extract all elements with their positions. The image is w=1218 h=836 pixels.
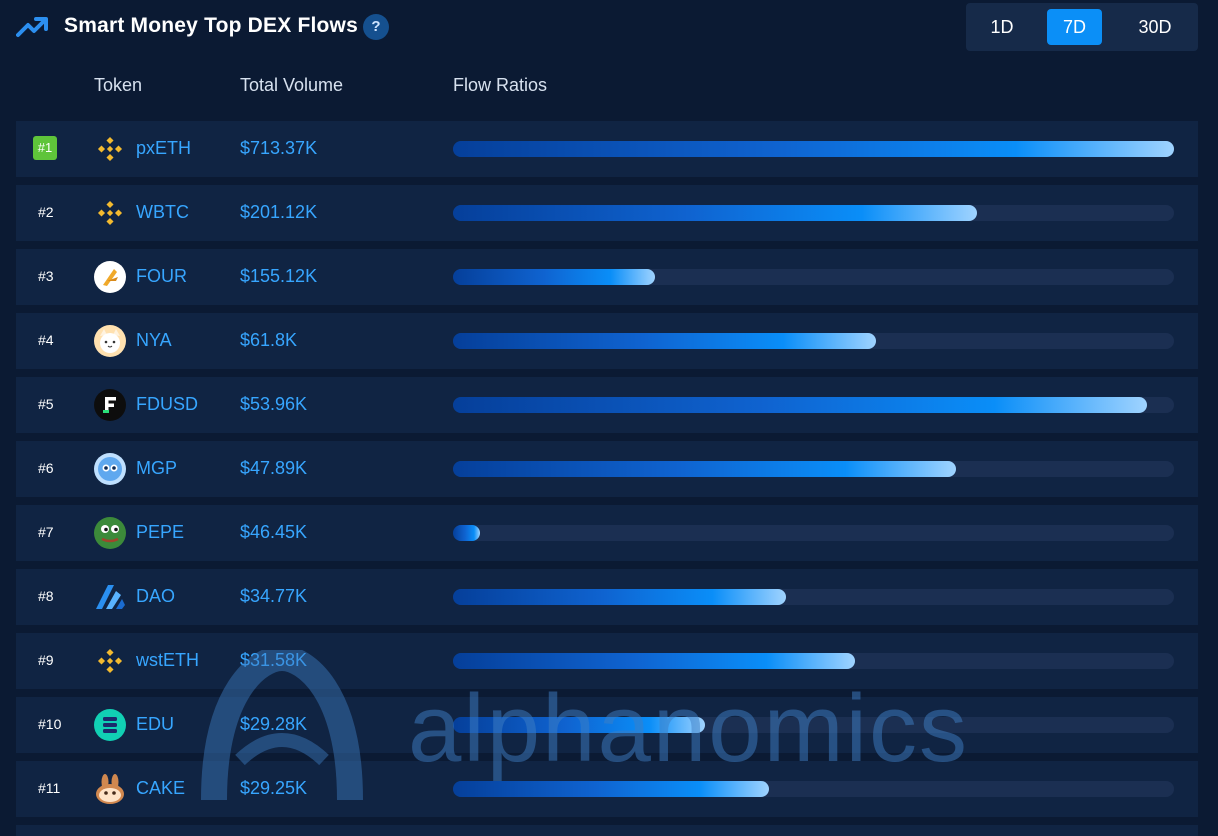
column-header-flow: Flow Ratios <box>453 75 548 95</box>
rank-badge: #5 <box>38 396 54 412</box>
flow-ratio-bar <box>453 589 786 605</box>
total-volume: $31.58K <box>240 650 308 670</box>
total-volume: $201.12K <box>240 202 318 222</box>
token-symbol-link[interactable]: DAO <box>136 586 175 607</box>
total-volume: $47.89K <box>240 458 308 478</box>
mgp-icon <box>94 453 126 485</box>
trending-up-icon <box>16 17 48 37</box>
column-header-volume: Total Volume <box>240 75 344 95</box>
nya-cat-icon <box>94 325 126 357</box>
flow-ratio-track <box>453 141 1174 157</box>
rank-badge: #3 <box>38 268 54 284</box>
rank-badge: #2 <box>38 204 54 220</box>
token-symbol-link[interactable]: PEPE <box>136 522 184 543</box>
table-row[interactable]: #11 CAKE $29.25K <box>16 761 1198 817</box>
total-volume: $29.25K <box>240 778 308 798</box>
table-row[interactable]: #5 FDUSD $53.96K <box>16 377 1198 433</box>
rank-badge: #10 <box>38 716 62 732</box>
rank-badge: #6 <box>38 460 54 476</box>
token-symbol-link[interactable]: CAKE <box>136 778 185 799</box>
rank-badge: #11 <box>38 780 61 796</box>
token-symbol-link[interactable]: EDU <box>136 714 174 735</box>
table-row[interactable]: #8 DAO $34.77K <box>16 569 1198 625</box>
flow-ratio-track <box>453 781 1174 797</box>
rank-badge: #9 <box>38 652 54 668</box>
token-symbol-link[interactable]: FDUSD <box>136 394 198 415</box>
flow-ratio-track <box>453 653 1174 669</box>
flow-ratio-track <box>453 269 1174 285</box>
pancake-bunny-icon <box>94 773 126 805</box>
table-row[interactable]: #9 wstETH $31.58K <box>16 633 1198 689</box>
tab-30d[interactable]: 30D <box>1118 9 1192 45</box>
flow-ratio-track <box>453 333 1174 349</box>
token-symbol-link[interactable]: WBTC <box>136 202 189 223</box>
table-row[interactable]: #1 pxETH $713.37K <box>16 121 1198 177</box>
table-row[interactable] <box>16 825 1198 836</box>
flow-ratio-track <box>453 717 1174 733</box>
flow-ratio-bar <box>453 461 956 477</box>
token-symbol-link[interactable]: NYA <box>136 330 172 351</box>
token-symbol-link[interactable]: pxETH <box>136 138 191 159</box>
flow-ratio-track <box>453 397 1174 413</box>
flow-ratio-bar <box>453 525 480 541</box>
flow-ratio-track <box>453 205 1174 221</box>
table-row[interactable]: #10 EDU $29.28K <box>16 697 1198 753</box>
table-row[interactable]: #6 MGP $47.89K <box>16 441 1198 497</box>
fdusd-icon <box>94 389 126 421</box>
tab-7d[interactable]: 7D <box>1047 9 1102 45</box>
total-volume: $46.45K <box>240 522 308 542</box>
token-symbol-link[interactable]: wstETH <box>136 650 199 671</box>
rank-badge: #8 <box>38 588 54 604</box>
rank-badge: #1 <box>33 136 57 160</box>
flow-ratio-bar <box>453 653 855 669</box>
flow-ratio-bar <box>453 397 1147 413</box>
rank-badge: #7 <box>38 524 54 540</box>
table-row[interactable]: #4 NYA $61.8K <box>16 313 1198 369</box>
help-icon[interactable]: ? <box>363 14 389 40</box>
token-symbol-link[interactable]: FOUR <box>136 266 187 287</box>
total-volume: $713.37K <box>240 138 318 158</box>
table-row[interactable]: #3 FOUR $155.12K <box>16 249 1198 305</box>
flow-ratio-bar <box>453 141 1174 157</box>
timeframe-tabs: 1D 7D 30D <box>966 3 1198 51</box>
bnb-icon <box>94 133 126 165</box>
dao-icon <box>94 581 126 613</box>
flow-ratio-track <box>453 589 1174 605</box>
four-logo-icon <box>94 261 126 293</box>
tab-1d[interactable]: 1D <box>976 9 1028 45</box>
flow-ratio-bar <box>453 269 655 285</box>
column-header-token: Token <box>94 75 143 95</box>
bnb-icon <box>94 645 126 677</box>
flow-ratio-bar <box>453 205 977 221</box>
total-volume: $61.8K <box>240 330 298 350</box>
flow-ratio-track <box>453 525 1174 541</box>
bnb-icon <box>94 197 126 229</box>
flow-ratio-bar <box>453 781 769 797</box>
flow-ratio-bar <box>453 717 705 733</box>
table-row[interactable]: #2 WBTC $201.12K <box>16 185 1198 241</box>
edu-icon <box>94 709 126 741</box>
rank-badge: #4 <box>38 332 54 348</box>
total-volume: $34.77K <box>240 586 308 606</box>
total-volume: $53.96K <box>240 394 308 414</box>
pepe-frog-icon <box>94 517 126 549</box>
flow-ratio-bar <box>453 333 876 349</box>
token-symbol-link[interactable]: MGP <box>136 458 177 479</box>
total-volume: $29.28K <box>240 714 308 734</box>
table-row[interactable]: #7 PEPE $46.45K <box>16 505 1198 561</box>
flow-ratio-track <box>453 461 1174 477</box>
page-title: Smart Money Top DEX Flows <box>64 14 358 37</box>
total-volume: $155.12K <box>240 266 318 286</box>
header: Smart Money Top DEX Flows ? 1D 7D 30D <box>0 0 1218 56</box>
